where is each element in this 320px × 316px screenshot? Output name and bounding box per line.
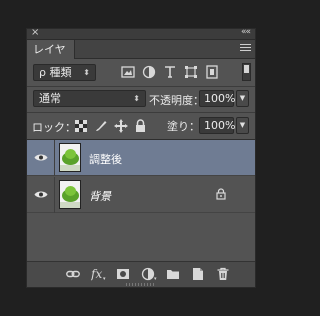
- svg-text:▾: ▾: [103, 276, 106, 281]
- divider: [27, 112, 255, 113]
- blend-mode-value: 通常: [39, 92, 61, 105]
- mask-icon[interactable]: [116, 267, 130, 281]
- fx-icon[interactable]: fx ▾: [91, 267, 109, 281]
- eye-icon: [34, 154, 48, 161]
- layer-name[interactable]: 調整後: [89, 151, 122, 167]
- trash-icon[interactable]: [216, 267, 230, 281]
- layers-footer-toolbar: fx ▾ ▾: [27, 261, 255, 287]
- blend-row: 通常 ⬍ 不透明度： 100% ▼: [27, 87, 255, 111]
- eye-icon: [34, 191, 48, 198]
- fill-slider-toggle[interactable]: ▼: [236, 117, 249, 134]
- chevron-updown-icon: ⬍: [133, 94, 140, 103]
- type-filter-icon[interactable]: [163, 65, 177, 79]
- shape-filter-icon[interactable]: [184, 65, 198, 79]
- adjustment-layer-icon[interactable]: ▾: [141, 267, 159, 281]
- lock-transparent-pixels-icon[interactable]: [75, 120, 87, 132]
- tab-layers[interactable]: レイヤー: [27, 40, 75, 75]
- close-panel-button[interactable]: ×: [31, 27, 39, 38]
- image-filter-icon[interactable]: [121, 65, 135, 79]
- opacity-slider-toggle[interactable]: ▼: [236, 90, 249, 107]
- layer-name[interactable]: 背景: [89, 188, 111, 204]
- lock-all-icon[interactable]: [135, 119, 146, 133]
- visibility-toggle[interactable]: [27, 177, 55, 213]
- svg-text:fx: fx: [91, 267, 102, 281]
- filter-kind-label: ρ 種類: [39, 66, 72, 79]
- opacity-input[interactable]: 100%: [199, 90, 235, 107]
- layers-panel: × «« レイヤー ρ 種類 ⬍: [26, 27, 256, 288]
- filter-row: ρ 種類 ⬍: [27, 59, 255, 85]
- fill-label: 塗り：: [167, 120, 200, 133]
- layer-thumbnail: [59, 180, 81, 209]
- filter-kind-select[interactable]: ρ 種類 ⬍: [33, 64, 96, 81]
- layer-thumbnail: [59, 143, 81, 172]
- smartobject-filter-icon[interactable]: [205, 65, 219, 79]
- blend-mode-select[interactable]: 通常 ⬍: [33, 90, 146, 107]
- lock-position-icon[interactable]: [114, 119, 128, 133]
- group-folder-icon[interactable]: [166, 267, 180, 281]
- lock-label: ロック：: [32, 121, 76, 134]
- visibility-toggle[interactable]: [27, 140, 55, 176]
- layers-list: 調整後 背景: [27, 139, 255, 259]
- panel-menu-icon[interactable]: [240, 44, 251, 53]
- layer-row[interactable]: 背景: [27, 177, 255, 213]
- fill-input[interactable]: 100%: [199, 117, 235, 134]
- lock-image-pixels-icon[interactable]: [94, 119, 108, 133]
- link-layers-icon[interactable]: [66, 267, 80, 281]
- resize-grip[interactable]: [126, 283, 156, 286]
- lock-row: ロック： 塗り： 100% ▼: [27, 114, 255, 138]
- lock-icon: [216, 188, 226, 200]
- filter-toggle-switch[interactable]: [242, 63, 251, 81]
- new-layer-icon[interactable]: [191, 267, 205, 281]
- panel-title-strip: × ««: [27, 27, 255, 40]
- tab-bar: レイヤー: [27, 40, 255, 75]
- svg-text:▾: ▾: [154, 276, 157, 281]
- adjustment-filter-icon[interactable]: [142, 65, 156, 79]
- layer-row[interactable]: 調整後: [27, 140, 255, 176]
- chevron-updown-icon: ⬍: [83, 68, 90, 77]
- opacity-label: 不透明度：: [149, 94, 204, 107]
- collapse-panel-button[interactable]: ««: [241, 27, 251, 37]
